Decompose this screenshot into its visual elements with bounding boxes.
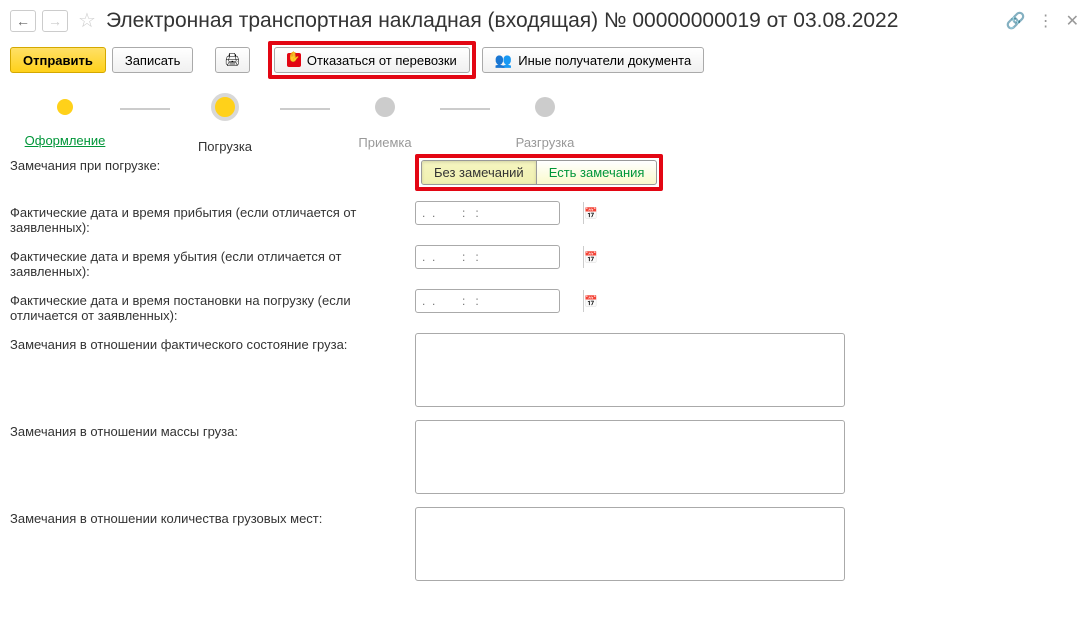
arrival-calendar-button[interactable]: 📅 (583, 202, 598, 224)
more-menu-icon[interactable]: ⋮ (1038, 11, 1054, 31)
departure-datetime-input[interactable] (416, 250, 583, 264)
other-recipients-label: Иные получатели документа (518, 53, 691, 68)
cargo-state-textarea[interactable] (415, 333, 845, 407)
step-label-3: Приемка (358, 135, 411, 150)
departure-calendar-button[interactable]: 📅 (583, 246, 598, 268)
other-recipients-button[interactable]: 👥 Иные получатели документа (482, 47, 704, 73)
step-circle-3 (375, 97, 395, 117)
nav-back-button[interactable]: ← (10, 10, 36, 32)
page-title: Электронная транспортная накладная (вход… (106, 9, 1000, 33)
close-icon[interactable]: ✕ (1066, 11, 1079, 31)
cargo-places-label: Замечания в отношении количества грузовы… (10, 507, 415, 526)
step-oformlenie[interactable]: Оформление (10, 97, 120, 148)
arrival-label: Фактические дата и время прибытия (если … (10, 201, 415, 235)
highlight-refuse: Отказаться от перевозки (268, 41, 476, 79)
save-button[interactable]: Записать (112, 47, 194, 73)
step-priemka[interactable]: Приемка (330, 97, 440, 150)
people-icon: 👥 (495, 52, 512, 69)
arrival-datetime-input[interactable] (416, 206, 583, 220)
calendar-icon: 📅 (584, 207, 598, 220)
step-connector (280, 108, 330, 110)
remarks-label: Замечания при погрузке: (10, 154, 415, 173)
step-circle-4 (535, 97, 555, 117)
calendar-icon: 📅 (584, 251, 598, 264)
stop-hand-icon (287, 53, 301, 67)
step-connector (440, 108, 490, 110)
highlight-toggle: Без замечаний Есть замечания (415, 154, 663, 191)
refuse-button[interactable]: Отказаться от перевозки (274, 47, 470, 73)
step-label-1: Оформление (25, 133, 106, 148)
step-pogruzka[interactable]: Погрузка (170, 97, 280, 154)
departure-label: Фактические дата и время убытия (если от… (10, 245, 415, 279)
cargo-places-textarea[interactable] (415, 507, 845, 581)
toggle-has-remarks[interactable]: Есть замечания (537, 161, 657, 184)
step-razgruzka[interactable]: Разгрузка (490, 97, 600, 150)
cargo-mass-textarea[interactable] (415, 420, 845, 494)
step-circle-1 (57, 99, 73, 115)
loading-label: Фактические дата и время постановки на п… (10, 289, 415, 323)
printer-icon: 🖨 (224, 52, 241, 68)
refuse-label: Отказаться от перевозки (307, 53, 457, 68)
loading-datetime-input[interactable] (416, 294, 583, 308)
print-button[interactable]: 🖨 (215, 47, 250, 73)
cargo-mass-label: Замечания в отношении массы груза: (10, 420, 415, 439)
send-button[interactable]: Отправить (10, 47, 106, 73)
nav-forward-button[interactable]: → (42, 10, 68, 32)
loading-calendar-button[interactable]: 📅 (583, 290, 598, 312)
toggle-no-remarks[interactable]: Без замечаний (422, 161, 536, 184)
cargo-state-label: Замечания в отношении фактического состо… (10, 333, 415, 352)
step-connector (120, 108, 170, 110)
step-label-4: Разгрузка (516, 135, 575, 150)
calendar-icon: 📅 (584, 295, 598, 308)
step-circle-2 (211, 93, 239, 121)
favorite-star-icon[interactable]: ☆ (78, 8, 96, 33)
step-label-2: Погрузка (198, 139, 252, 154)
remarks-toggle: Без замечаний Есть замечания (421, 160, 657, 185)
link-icon[interactable]: 🔗 (1006, 11, 1026, 31)
